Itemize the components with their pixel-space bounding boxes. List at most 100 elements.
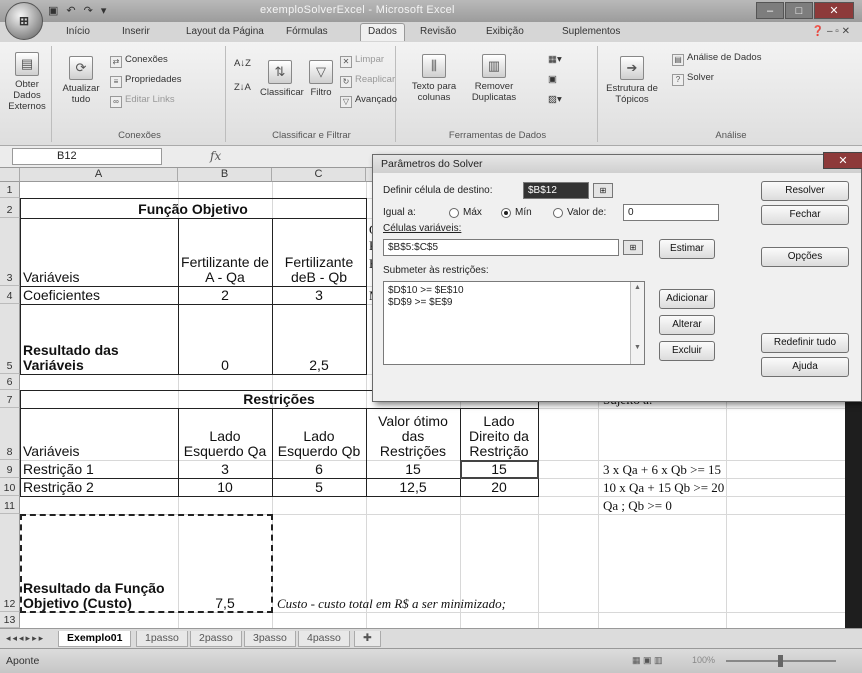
row-header[interactable]: 5 — [0, 304, 20, 374]
row-header[interactable]: 1 — [0, 182, 20, 198]
row-header[interactable]: 7 — [0, 390, 20, 408]
cell-c8[interactable]: Lado Esquerdo Qb — [272, 408, 366, 460]
col-header-b[interactable]: B — [178, 168, 272, 182]
redefinir-button[interactable]: Redefinir tudo — [761, 333, 849, 353]
constraints-list[interactable]: $D$10 >= $E$10 $D$9 >= $E$9 ▲ ▼ — [383, 281, 645, 365]
resolver-button[interactable]: Resolver — [761, 181, 849, 201]
tab-suplementos[interactable]: Suplementos — [562, 26, 620, 37]
cell-b4[interactable]: 2 — [178, 286, 272, 304]
zoom-control[interactable]: ▦ ▣ ▥ 100% — [632, 655, 852, 667]
opcoes-button[interactable]: Opções — [761, 247, 849, 267]
propriedades-button[interactable]: ≡ Propriedades — [110, 74, 182, 88]
list-scrollbar[interactable]: ▲ ▼ — [630, 282, 644, 364]
constraint-item[interactable]: $D$9 >= $E$9 — [388, 297, 640, 309]
what-if-icon[interactable]: ▨▾ — [548, 94, 562, 105]
tab-dados[interactable]: Dados — [360, 23, 405, 41]
obter-dados-button[interactable]: ▤ Obter Dados Externos — [4, 52, 50, 112]
estimar-button[interactable]: Estimar — [659, 239, 715, 259]
cell-b9[interactable]: 3 — [178, 460, 272, 478]
undo-icon[interactable]: ↶ — [66, 4, 75, 17]
remover-duplicatas-button[interactable]: ▥ Remover Duplicatas — [466, 54, 522, 103]
cell-e8[interactable]: Lado Direito da Restrição — [460, 408, 538, 460]
dialog-close-button[interactable]: ✕ — [823, 152, 862, 169]
radio-max[interactable] — [449, 208, 459, 218]
changing-cells-input[interactable]: $B$5:$C$5 — [383, 239, 619, 256]
alterar-button[interactable]: Alterar — [659, 315, 715, 335]
row-header[interactable]: 9 — [0, 460, 20, 478]
office-button[interactable]: ⊞ — [5, 2, 43, 40]
reaplicar-button[interactable]: ↻ Reaplicar — [340, 74, 395, 88]
minimize-button[interactable]: – — [756, 2, 784, 19]
row-header[interactable]: 2 — [0, 198, 20, 218]
cell-b10[interactable]: 10 — [178, 478, 272, 496]
cell-a4[interactable]: Coeficientes — [20, 286, 178, 304]
cell-a12[interactable]: Resultado da Função Objetivo (Custo) — [20, 514, 178, 612]
fx-icon[interactable]: fx — [210, 149, 221, 163]
atualizar-button[interactable]: ⟳ Atualizar tudo — [58, 56, 104, 105]
sort-az-icon[interactable]: A↓Z — [234, 58, 251, 69]
texto-colunas-button[interactable]: ⫼ Texto para colunas — [406, 54, 462, 103]
tab-layout[interactable]: Layout da Página — [186, 26, 264, 37]
name-box[interactable]: B12 — [12, 148, 162, 165]
cell-b12[interactable]: 7,5 — [178, 514, 272, 612]
solver-button[interactable]: ? Solver — [672, 72, 714, 86]
cell-a5[interactable]: Resultado das Variáveis — [20, 304, 178, 374]
classificar-button[interactable]: ⇅ Classificar — [260, 60, 304, 98]
conexoes-button[interactable]: ⇄ Conexões — [110, 54, 168, 68]
target-cell-input[interactable]: $B$12 — [523, 182, 589, 199]
range-picker-icon[interactable]: ⊞ — [623, 240, 643, 255]
validation-icon[interactable]: ▦▾ — [548, 54, 562, 65]
tab-exibicao[interactable]: Exibição — [486, 26, 524, 37]
cell-g9[interactable]: 3 x Qa + 6 x Qb >= 15 — [600, 460, 800, 478]
cell-c4[interactable]: 3 — [272, 286, 366, 304]
value-input[interactable]: 0 — [623, 204, 719, 221]
cell-a10[interactable]: Restrição 2 — [20, 478, 178, 496]
constraint-item[interactable]: $D$10 >= $E$10 — [388, 285, 640, 297]
save-icon[interactable]: ▣ — [48, 4, 58, 17]
cell-g10[interactable]: 10 x Qa + 15 Qb >= 20 — [600, 478, 820, 496]
cell-c5[interactable]: 2,5 — [272, 304, 366, 374]
fechar-button[interactable]: Fechar — [761, 205, 849, 225]
row-header[interactable]: 11 — [0, 496, 20, 514]
analise-dados-button[interactable]: ▤ Análise de Dados — [672, 52, 761, 66]
help-icon[interactable]: ❓ – ▫ ✕ — [812, 26, 850, 37]
sheet-tab-3passo[interactable]: 3passo — [244, 631, 296, 647]
filtro-button[interactable]: ▽ Filtro — [306, 60, 336, 98]
tab-formulas[interactable]: Fórmulas — [286, 26, 328, 37]
cell-c10[interactable]: 5 — [272, 478, 366, 496]
row-header[interactable]: 8 — [0, 408, 20, 460]
header-funcao-objetivo[interactable]: Função Objetivo — [20, 198, 366, 218]
estrutura-button[interactable]: ➔ Estrutura de Tópicos — [604, 56, 660, 105]
row-header[interactable]: 4 — [0, 286, 20, 304]
close-button[interactable]: ✕ — [814, 2, 854, 19]
sheet-nav-icons[interactable]: ◂◂◂▸▸▸ — [6, 633, 45, 644]
cell-g11[interactable]: Qa ; Qb >= 0 — [600, 496, 800, 514]
customize-icon[interactable]: ▾ — [101, 4, 107, 17]
sheet-tab-4passo[interactable]: 4passo — [298, 631, 350, 647]
tab-inicio[interactable]: Início — [66, 26, 90, 37]
tab-revisao[interactable]: Revisão — [420, 26, 456, 37]
sort-za-icon[interactable]: Z↓A — [234, 82, 251, 93]
excluir-button[interactable]: Excluir — [659, 341, 715, 361]
row-header[interactable]: 6 — [0, 374, 20, 390]
tab-inserir[interactable]: Inserir — [122, 26, 150, 37]
radio-min[interactable] — [501, 208, 511, 218]
consolidate-icon[interactable]: ▣ — [548, 74, 557, 85]
cell-b3[interactable]: Fertilizante de A - Qa — [178, 218, 272, 286]
cell-e10[interactable]: 20 — [460, 478, 538, 496]
cell-d9[interactable]: 15 — [366, 460, 460, 478]
sheet-tab-exemplo01[interactable]: Exemplo01 — [58, 631, 132, 647]
select-all-corner[interactable] — [0, 168, 20, 182]
new-sheet-icon[interactable]: ✚ — [354, 631, 381, 647]
cell-b5[interactable]: 0 — [178, 304, 272, 374]
sheet-tab-2passo[interactable]: 2passo — [190, 631, 242, 647]
adicionar-button[interactable]: Adicionar — [659, 289, 715, 309]
cell-d8[interactable]: Valor ótimo das Restrições — [366, 408, 460, 460]
radio-value[interactable] — [553, 208, 563, 218]
limpar-button[interactable]: ✕ Limpar — [340, 54, 384, 68]
editar-links-button[interactable]: ∞ Editar Links — [110, 94, 175, 108]
row-header[interactable]: 10 — [0, 478, 20, 496]
row-header[interactable]: 12 — [0, 514, 20, 612]
range-picker-icon[interactable]: ⊞ — [593, 183, 613, 198]
cell-d10[interactable]: 12,5 — [366, 478, 460, 496]
